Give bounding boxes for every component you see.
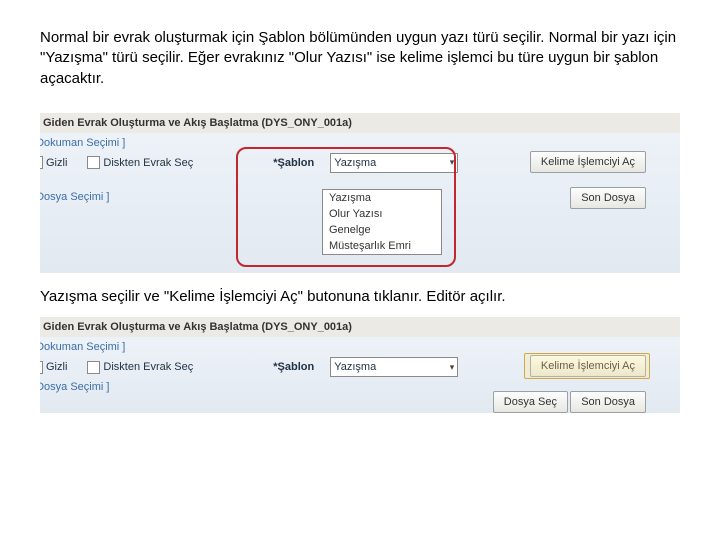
open-editor-button[interactable]: Kelime İşlemciyi Aç	[530, 151, 646, 173]
screenshot-2: Giden Evrak Oluşturma ve Akış Başlatma (…	[40, 317, 680, 413]
screenshot-1: Giden Evrak Oluşturma ve Akış Başlatma (…	[40, 113, 680, 273]
window-titlebar: Giden Evrak Oluşturma ve Akış Başlatma (…	[40, 317, 680, 338]
checkbox-gizli[interactable]: Gizli	[40, 361, 67, 374]
checkbox-diskten[interactable]: Diskten Evrak Seç	[87, 156, 193, 169]
section-dosya: [ Dosya Seçimi ]	[40, 191, 109, 203]
intro-paragraph: Normal bir evrak oluşturmak için Şablon …	[40, 28, 680, 89]
sablon-combobox[interactable]: Yazışma ▾	[330, 357, 458, 377]
second-paragraph: Yazışma seçilir ve "Kelime İşlemciyi Aç"…	[40, 287, 680, 307]
checkbox-diskten-label: Diskten Evrak Seç	[103, 361, 193, 373]
window-title: Giden Evrak Oluşturma ve Akış Başlatma (…	[43, 117, 352, 129]
dosya-sec-button[interactable]: Dosya Seç	[493, 391, 568, 413]
checkbox-gizli[interactable]: Gizli	[40, 156, 67, 169]
button-highlight	[524, 353, 650, 379]
checkbox-diskten[interactable]: Diskten Evrak Seç	[87, 361, 193, 374]
chevron-down-icon: ▾	[450, 362, 455, 373]
sablon-selected: Yazışma	[334, 361, 376, 373]
section-dokuman: [ Dokuman Seçimi ]	[40, 341, 125, 353]
highlight-frame	[236, 147, 456, 267]
son-dosya-button[interactable]: Son Dosya	[570, 187, 646, 209]
window-title: Giden Evrak Oluşturma ve Akış Başlatma (…	[43, 321, 352, 333]
checkbox-gizli-label: Gizli	[46, 361, 67, 373]
checkbox-diskten-label: Diskten Evrak Seç	[103, 157, 193, 169]
son-dosya-button[interactable]: Son Dosya	[570, 391, 646, 413]
sablon-label: *Şablon	[273, 361, 314, 373]
checkbox-gizli-label: Gizli	[46, 157, 67, 169]
section-dosya: [ Dosya Seçimi ]	[40, 381, 109, 393]
window-titlebar: Giden Evrak Oluşturma ve Akış Başlatma (…	[40, 113, 680, 134]
section-dokuman: [ Dokuman Seçimi ]	[40, 137, 125, 149]
